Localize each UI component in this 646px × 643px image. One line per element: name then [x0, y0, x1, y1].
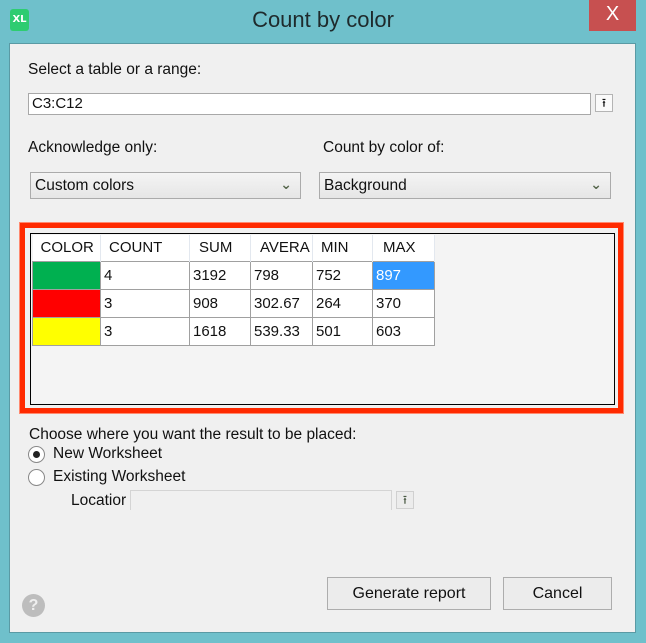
average-cell[interactable]: 798 — [250, 260, 313, 290]
sum-cell[interactable]: 3192 — [189, 260, 251, 290]
table-row: 3 908 302.67 264 370 — [32, 288, 435, 318]
dialog-title: Count by color — [252, 7, 394, 32]
radio-button-checked[interactable] — [28, 446, 45, 463]
table-row: 4 3192 798 752 897 — [32, 260, 435, 290]
count-by-select[interactable]: Background ⌄ — [319, 172, 611, 199]
min-cell[interactable]: 752 — [312, 260, 373, 290]
max-cell-selected[interactable]: 897 — [372, 260, 435, 290]
count-cell[interactable]: 3 — [100, 288, 190, 318]
acknowledge-select-value: Custom colors — [35, 177, 135, 194]
title-bar: XL Count by color X — [0, 0, 646, 43]
column-header-count[interactable]: COUNT — [100, 235, 190, 261]
location-label: Locatior — [71, 492, 127, 509]
color-swatch-red[interactable] — [32, 288, 101, 318]
radio-label: New Worksheet — [53, 445, 163, 462]
sum-cell[interactable]: 908 — [189, 288, 251, 318]
results-header-row: COLOR COUNT SUM AVERA MIN MAX — [32, 235, 435, 261]
radio-label: Existing Worksheet — [53, 468, 186, 485]
column-header-sum[interactable]: SUM — [189, 235, 251, 261]
cancel-button[interactable]: Cancel — [503, 577, 612, 610]
min-cell[interactable]: 501 — [312, 316, 373, 346]
location-input[interactable] — [130, 490, 392, 510]
upload-arrow-icon: ⭱ — [402, 493, 408, 507]
location-picker-button[interactable]: ⭱ — [396, 491, 414, 509]
count-cell[interactable]: 3 — [100, 316, 190, 346]
sum-cell[interactable]: 1618 — [189, 316, 251, 346]
radio-button-unchecked[interactable] — [28, 469, 45, 486]
generate-report-button[interactable]: Generate report — [327, 577, 491, 610]
column-header-min[interactable]: MIN — [312, 235, 373, 261]
help-icon[interactable]: ? — [22, 594, 45, 617]
count-by-select-value: Background — [324, 177, 407, 194]
upload-arrow-icon: ⭱ — [601, 96, 607, 110]
min-cell[interactable]: 264 — [312, 288, 373, 318]
color-swatch-green[interactable] — [32, 260, 101, 290]
column-header-average[interactable]: AVERA — [250, 235, 313, 261]
max-cell[interactable]: 370 — [372, 288, 435, 318]
color-swatch-yellow[interactable] — [32, 316, 101, 346]
close-button[interactable]: X — [589, 0, 636, 31]
average-cell[interactable]: 539.33 — [250, 316, 313, 346]
table-row: 3 1618 539.33 501 603 — [32, 316, 435, 346]
max-cell[interactable]: 603 — [372, 316, 435, 346]
acknowledge-select[interactable]: Custom colors ⌄ — [30, 172, 301, 199]
placement-label: Choose where you want the result to be p… — [29, 426, 357, 443]
count-by-label: Count by color of: — [323, 139, 445, 156]
average-cell[interactable]: 302.67 — [250, 288, 313, 318]
chevron-down-icon: ⌄ — [280, 177, 292, 193]
range-picker-button[interactable]: ⭱ — [595, 94, 613, 112]
column-header-max[interactable]: MAX — [372, 235, 435, 261]
column-header-color[interactable]: COLOR — [32, 235, 101, 261]
results-table: COLOR COUNT SUM AVERA MIN MAX 4 3192 798… — [32, 235, 435, 346]
acknowledge-label: Acknowledge only: — [28, 139, 158, 156]
range-input[interactable]: C3:C12 — [28, 93, 591, 115]
range-label: Select a table or a range: — [28, 61, 202, 78]
count-cell[interactable]: 4 — [100, 260, 190, 290]
chevron-down-icon: ⌄ — [590, 177, 602, 193]
